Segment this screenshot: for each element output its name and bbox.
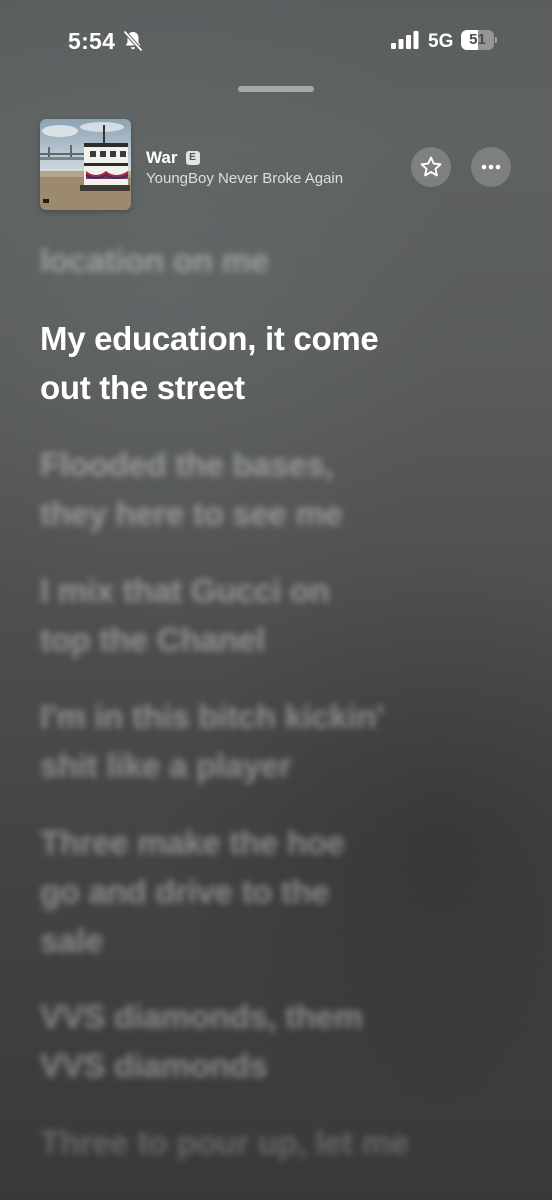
favorite-button[interactable] bbox=[411, 147, 451, 187]
artwork-image bbox=[40, 119, 131, 210]
battery-body: 51 bbox=[461, 30, 494, 50]
sheet-grabber[interactable] bbox=[238, 86, 314, 92]
track-title-row: War E bbox=[146, 148, 200, 168]
bell-slash-icon bbox=[123, 30, 143, 52]
battery-indicator: 51 bbox=[461, 30, 497, 50]
lyric-line[interactable]: Three make the hoe go and drive to the s… bbox=[40, 818, 460, 965]
ellipsis-icon bbox=[481, 164, 501, 170]
lyric-line-past[interactable]: location on me bbox=[40, 236, 460, 285]
track-title[interactable]: War bbox=[146, 148, 178, 168]
star-icon bbox=[420, 156, 442, 177]
more-options-button[interactable] bbox=[471, 147, 511, 187]
battery-tip bbox=[495, 37, 497, 43]
lyric-line[interactable]: VVS diamonds, them VVS diamonds bbox=[40, 992, 460, 1090]
network-type: 5G bbox=[428, 31, 454, 52]
lyric-line[interactable]: Flooded the bases, they here to see me bbox=[40, 440, 460, 538]
explicit-badge: E bbox=[185, 151, 200, 165]
status-time: 5:54 bbox=[68, 28, 116, 54]
lyric-line[interactable]: Three to pour up, let me bbox=[40, 1118, 460, 1167]
lyric-line-current[interactable]: My education, it come out the street bbox=[40, 314, 460, 412]
track-artist[interactable]: YoungBoy Never Broke Again bbox=[146, 170, 343, 187]
battery-level: 51 bbox=[469, 31, 486, 48]
lyric-line[interactable]: I'm in this bitch kickin' shit like a pl… bbox=[40, 692, 460, 790]
status-bar: 5:54 5G 51 bbox=[0, 0, 552, 80]
lyric-line[interactable]: I mix that Gucci on top the Chanel bbox=[40, 566, 460, 664]
signal-bars-icon bbox=[391, 31, 419, 49]
album-artwork[interactable] bbox=[40, 119, 131, 210]
